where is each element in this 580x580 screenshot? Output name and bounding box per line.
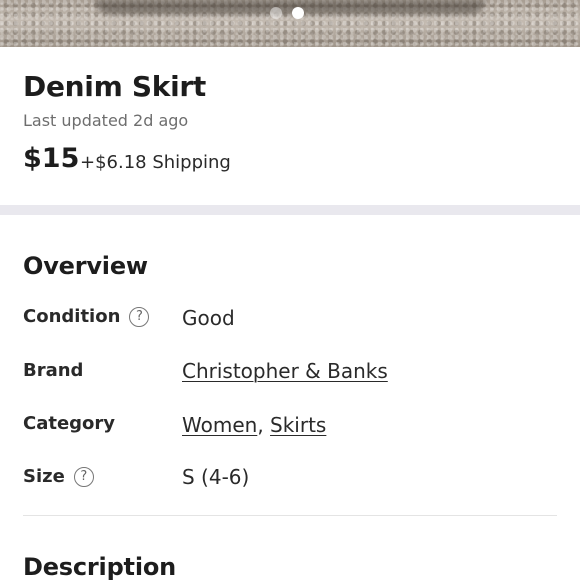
condition-value: Good <box>182 306 235 330</box>
brand-value: Christopher & Banks <box>182 359 388 383</box>
brand-link[interactable]: Christopher & Banks <box>182 359 388 383</box>
gallery-dot-2-active[interactable] <box>292 7 304 19</box>
overview-divider <box>23 515 557 516</box>
category-label: Category <box>23 413 116 434</box>
brand-label: Brand <box>23 360 84 381</box>
overview-heading: Overview <box>23 252 148 280</box>
gallery-dots <box>270 7 304 19</box>
gallery-dot-1[interactable] <box>270 7 282 19</box>
listing-photo[interactable] <box>0 0 580 47</box>
section-divider <box>0 205 580 215</box>
description-heading: Description <box>23 553 177 580</box>
condition-label: Condition <box>23 306 121 327</box>
condition-label-row: Condition ? <box>23 306 150 327</box>
category-skirts-link[interactable]: Skirts <box>270 413 326 437</box>
listing-title: Denim Skirt <box>23 70 206 103</box>
listing-price: $15 <box>23 143 80 174</box>
size-label-row: Size ? <box>23 466 94 487</box>
category-separator: , <box>257 413 264 437</box>
question-circle-icon[interactable]: ? <box>129 306 150 327</box>
question-circle-icon[interactable]: ? <box>73 466 94 487</box>
category-women-link[interactable]: Women <box>182 413 257 437</box>
last-updated: Last updated 2d ago <box>23 111 189 130</box>
category-value: Women, Skirts <box>182 413 326 437</box>
size-label: Size <box>23 466 65 487</box>
size-value: S (4-6) <box>182 465 250 489</box>
brand-label-row: Brand <box>23 360 83 381</box>
shipping-cost: +$6.18 Shipping <box>80 152 231 173</box>
category-label-row: Category <box>23 413 115 434</box>
